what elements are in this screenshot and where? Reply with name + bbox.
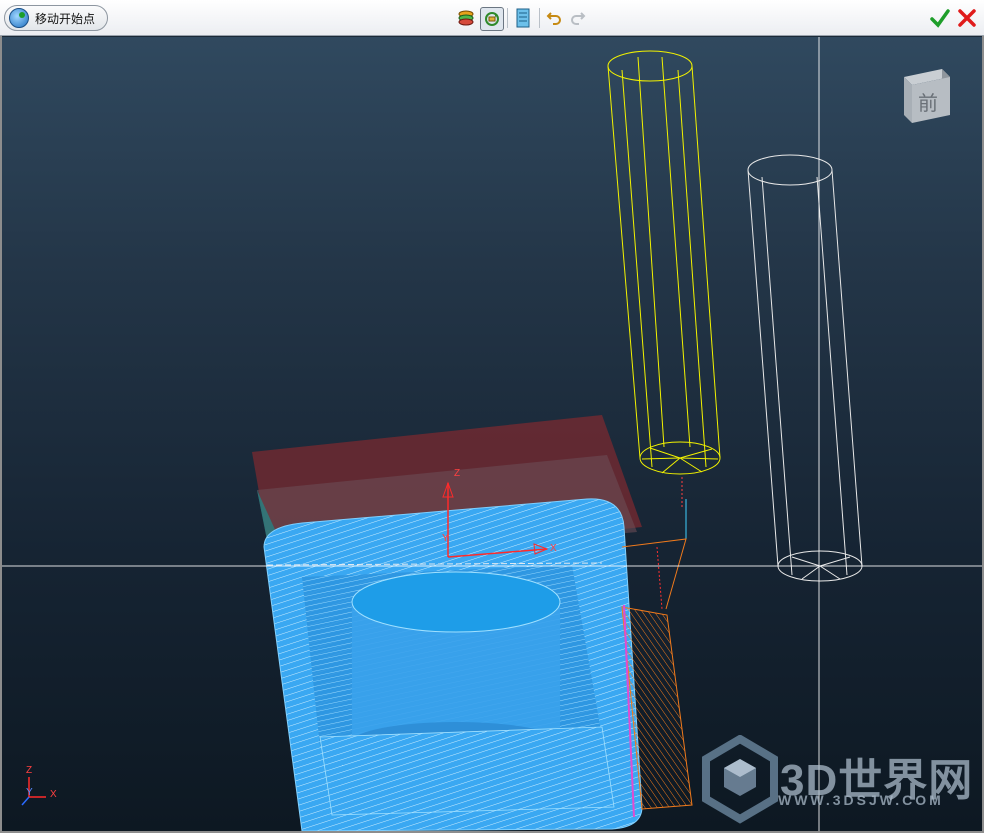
axis-label-x: X [550,543,557,554]
corner-axis-label-z: Z [26,765,33,776]
cancel-x-icon[interactable] [957,8,977,28]
corner-axis-label-x: X [50,789,57,800]
watermark-url: WWW.3DSJW.COM [778,792,944,808]
approach-lines [621,477,687,610]
move-start-point-label: 移动开始点 [35,11,96,26]
active-tool-wireframe [607,50,721,475]
toolbar-separator [539,8,540,28]
axis-label-z: Z [454,468,461,479]
toolbar-separator [507,8,508,28]
confirm-check-icon[interactable] [930,8,950,28]
corner-axis-label-y: Y [26,787,33,798]
top-toolbar: 移动开始点 [0,0,984,36]
document-list-icon[interactable] [513,8,533,28]
ghost-tool-wireframe [747,154,863,582]
axis-label-y: Y [442,533,449,544]
view-cube[interactable]: 前 [902,67,952,125]
move-start-point-button[interactable]: 移动开始点 [4,5,108,31]
layers-icon[interactable] [456,8,476,28]
watermark-logo-icon [702,735,778,824]
toolpath-body [263,498,693,831]
view-cube-face-label: 前 [918,91,938,115]
orbit-refresh-icon[interactable] [480,7,504,31]
undo-icon[interactable] [544,8,564,28]
3d-viewport[interactable]: Z X Y Z Y X 前 [2,37,982,831]
start-point-icon [9,8,29,28]
redo-icon[interactable] [568,8,588,28]
